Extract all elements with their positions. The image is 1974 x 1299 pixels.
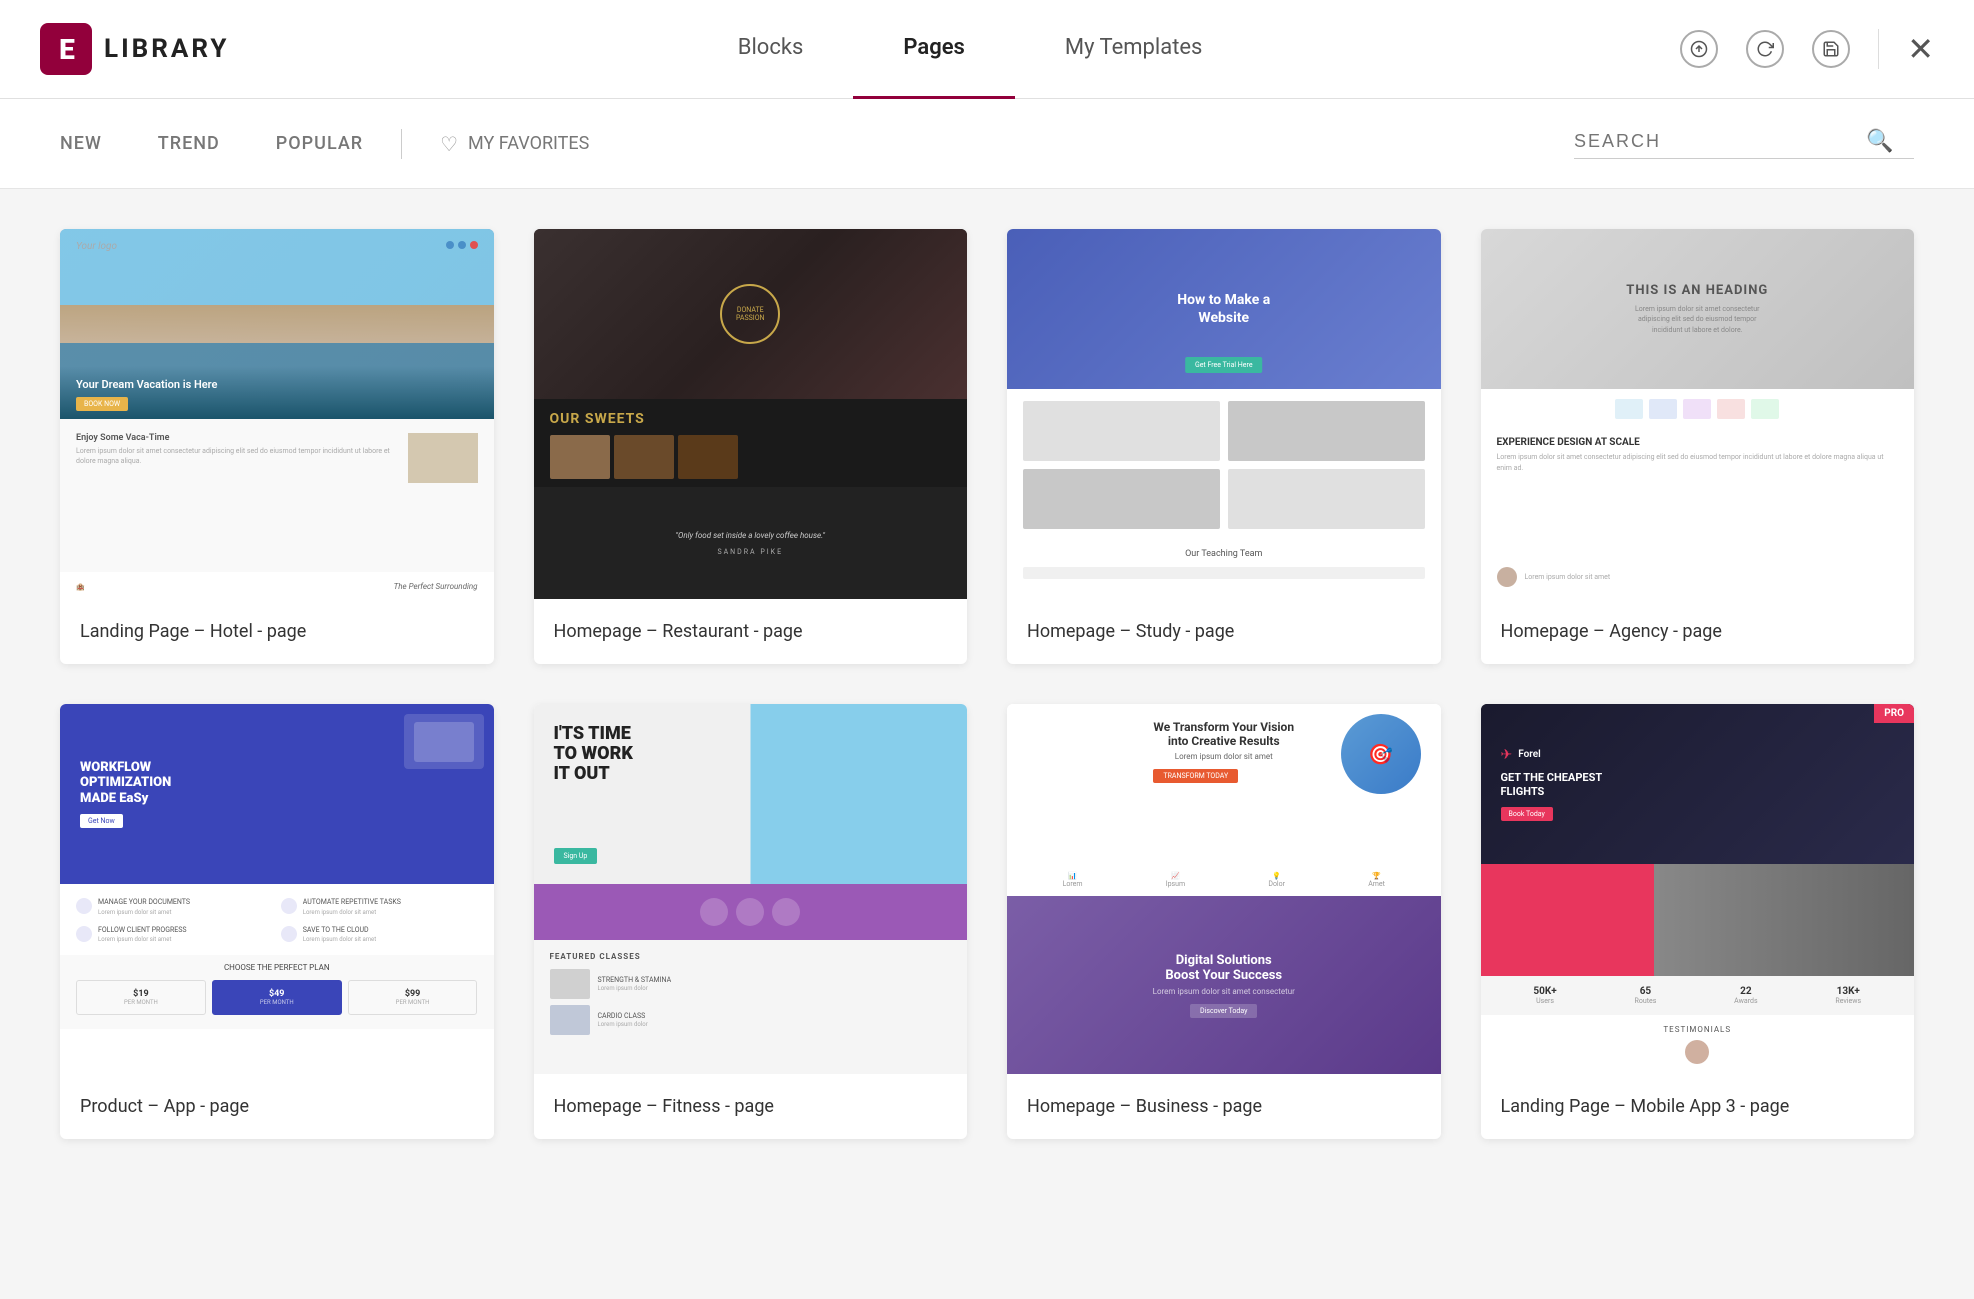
- card-app[interactable]: WORKFLOWOPTIMIZATIONMADE EaSy Get Now MA…: [60, 704, 494, 1139]
- tab-pages[interactable]: Pages: [853, 0, 1014, 99]
- card-thumbnail-mobile: PRO ✈ Forel GET THE CHEAPESTFLIGHTS Book…: [1481, 704, 1915, 1074]
- card-label-agency: Homepage – Agency - page: [1481, 599, 1915, 664]
- card-study[interactable]: How to Make aWebsite Get Free Trial Here…: [1007, 229, 1441, 664]
- card-label-hotel: Landing Page – Hotel - page: [60, 599, 494, 664]
- logo-area: E LIBRARY: [40, 23, 260, 75]
- card-label-study: Homepage – Study - page: [1007, 599, 1441, 664]
- favorites-label: MY FAVORITES: [468, 133, 589, 154]
- tab-my-templates[interactable]: My Templates: [1015, 0, 1253, 99]
- card-thumbnail-app: WORKFLOWOPTIMIZATIONMADE EaSy Get Now MA…: [60, 704, 494, 1074]
- card-label-app: Product – App - page: [60, 1074, 494, 1139]
- header-actions: ✕: [1680, 29, 1934, 69]
- card-thumbnail-study: How to Make aWebsite Get Free Trial Here…: [1007, 229, 1441, 599]
- card-label-mobile: Landing Page – Mobile App 3 - page: [1481, 1074, 1915, 1139]
- filter-popular[interactable]: POPULAR: [248, 133, 391, 154]
- card-label-fitness: Homepage – Fitness - page: [534, 1074, 968, 1139]
- refresh-button[interactable]: [1746, 30, 1784, 68]
- pro-badge: PRO: [1874, 704, 1914, 723]
- card-label-business: Homepage – Business - page: [1007, 1074, 1441, 1139]
- filter-divider: [401, 129, 402, 159]
- filter-favorites[interactable]: ♡ MY FAVORITES: [412, 132, 617, 156]
- filter-bar: NEW TREND POPULAR ♡ MY FAVORITES 🔍: [0, 99, 1974, 189]
- nav-tabs: Blocks Pages My Templates: [260, 0, 1680, 99]
- filter-new[interactable]: NEW: [60, 133, 130, 154]
- card-agency[interactable]: THIS IS AN HEADING Lorem ipsum dolor sit…: [1481, 229, 1915, 664]
- save-button[interactable]: [1812, 30, 1850, 68]
- card-hotel[interactable]: Your logo Your Dream Vacation is Here BO…: [60, 229, 494, 664]
- card-mobile[interactable]: PRO ✈ Forel GET THE CHEAPESTFLIGHTS Book…: [1481, 704, 1915, 1139]
- logo-icon: E: [40, 23, 92, 75]
- card-thumbnail-hotel: Your logo Your Dream Vacation is Here BO…: [60, 229, 494, 599]
- filter-trend[interactable]: TREND: [130, 133, 248, 154]
- search-input[interactable]: [1574, 131, 1854, 152]
- tab-blocks[interactable]: Blocks: [688, 0, 854, 99]
- search-area: 🔍: [1574, 129, 1914, 159]
- header-divider: [1878, 29, 1879, 69]
- cards-grid: Your logo Your Dream Vacation is Here BO…: [60, 229, 1914, 1139]
- close-button[interactable]: ✕: [1907, 30, 1934, 68]
- card-thumbnail-business: We Transform Your Visioninto Creative Re…: [1007, 704, 1441, 1074]
- card-restaurant[interactable]: DONATEPASSION OUR SWEETS "Only food set …: [534, 229, 968, 664]
- card-fitness[interactable]: I'TS TIMETO WORKIT OUT Sign Up FEATURED …: [534, 704, 968, 1139]
- search-icon[interactable]: 🔍: [1866, 129, 1893, 154]
- card-label-restaurant: Homepage – Restaurant - page: [534, 599, 968, 664]
- card-business[interactable]: We Transform Your Visioninto Creative Re…: [1007, 704, 1441, 1139]
- main-content: Your logo Your Dream Vacation is Here BO…: [0, 189, 1974, 1179]
- hotel-logo: Your logo: [76, 241, 117, 252]
- card-thumbnail-agency: THIS IS AN HEADING Lorem ipsum dolor sit…: [1481, 229, 1915, 599]
- card-thumbnail-fitness: I'TS TIMETO WORKIT OUT Sign Up FEATURED …: [534, 704, 968, 1074]
- logo-text: LIBRARY: [104, 34, 230, 64]
- header: E LIBRARY Blocks Pages My Templates ✕: [0, 0, 1974, 99]
- upload-button[interactable]: [1680, 30, 1718, 68]
- card-thumbnail-restaurant: DONATEPASSION OUR SWEETS "Only food set …: [534, 229, 968, 599]
- heart-icon: ♡: [440, 132, 458, 156]
